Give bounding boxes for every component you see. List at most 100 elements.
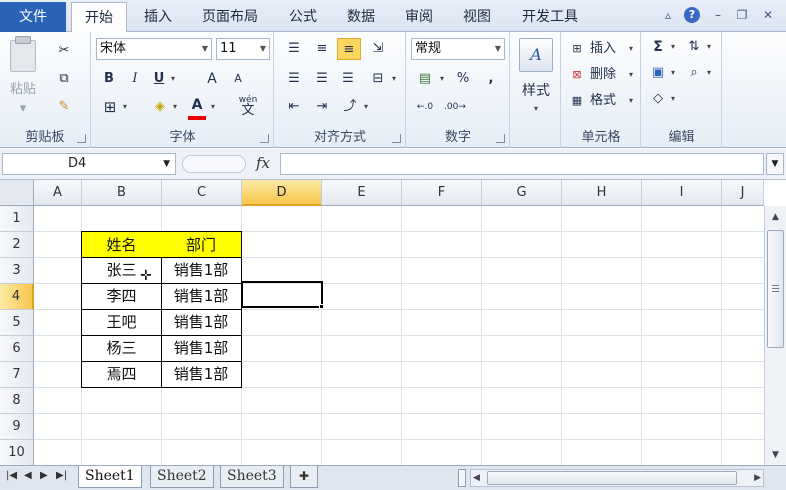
cut-icon[interactable]: ✂ [54, 40, 74, 62]
minimize-ribbon-icon[interactable]: ▵ [660, 7, 676, 23]
table-cell[interactable]: 销售1部 [161, 335, 242, 362]
fill-icon[interactable]: ▣ [648, 62, 668, 84]
borders-dropdown-icon[interactable]: ▾ [120, 96, 130, 118]
font-size-combo[interactable]: 11 ▼ [216, 38, 270, 60]
styles-dropdown-icon[interactable]: ▾ [513, 98, 559, 120]
decrease-decimal-icon[interactable]: .00→ [443, 96, 467, 118]
row-header-2[interactable]: 2 [0, 232, 34, 258]
insert-function-button[interactable]: fx [256, 154, 270, 172]
delete-cells-icon[interactable]: ⊠ [568, 64, 586, 86]
column-header-b[interactable]: B [82, 180, 162, 206]
tab-data[interactable]: 数据 [338, 2, 384, 32]
tab-file[interactable]: 文件 [0, 2, 66, 32]
insert-cells-icon[interactable]: ⊞ [568, 38, 586, 60]
align-top-icon[interactable]: ☰ [283, 38, 305, 60]
sheet-tab-2[interactable]: Sheet2 [150, 466, 214, 488]
align-bottom-icon[interactable]: ≡ [337, 38, 361, 60]
column-header-j[interactable]: J [722, 180, 764, 206]
first-sheet-icon[interactable]: |◀ [6, 470, 17, 481]
table-cell[interactable]: 杨三 [81, 335, 162, 362]
clear-dropdown-icon[interactable]: ▾ [668, 88, 678, 110]
grow-font-button[interactable]: A [202, 68, 222, 90]
autosum-button[interactable]: Σ [648, 36, 668, 58]
tab-home[interactable]: 开始 [71, 2, 127, 33]
table-cell[interactable]: 销售1部 [161, 361, 242, 388]
row-header-8[interactable]: 8 [0, 388, 34, 414]
column-header-g[interactable]: G [482, 180, 562, 206]
column-header-c[interactable]: C [162, 180, 242, 206]
underline-button[interactable]: U [150, 68, 168, 90]
active-cell-selection[interactable] [241, 281, 323, 308]
scroll-right-icon[interactable]: ▶ [754, 470, 761, 486]
alignment-launcher-icon[interactable] [392, 134, 401, 143]
format-cells-button[interactable]: 格式 [590, 91, 616, 111]
sheet-tab-1[interactable]: Sheet1 [78, 466, 142, 488]
shrink-font-button[interactable]: A [228, 68, 248, 90]
column-header-d[interactable]: D [242, 180, 322, 206]
row-header-1[interactable]: 1 [0, 206, 34, 232]
formula-input[interactable] [280, 153, 764, 175]
row-header-9[interactable]: 9 [0, 414, 34, 440]
tab-review[interactable]: 审阅 [396, 2, 442, 32]
restore-icon[interactable]: ❐ [734, 7, 750, 23]
tab-insert[interactable]: 插入 [134, 2, 182, 32]
format-cells-icon[interactable]: ▦ [568, 90, 586, 112]
align-left-icon[interactable]: ☰ [283, 68, 305, 90]
styles-icon[interactable]: A [519, 38, 553, 72]
minimize-icon[interactable]: – [710, 7, 726, 23]
row-header-7[interactable]: 7 [0, 362, 34, 388]
table-cell[interactable]: 李四 [81, 283, 162, 310]
insert-dropdown-icon[interactable]: ▾ [626, 38, 636, 60]
format-dropdown-icon[interactable]: ▾ [626, 90, 636, 112]
delete-dropdown-icon[interactable]: ▾ [626, 64, 636, 86]
column-header-h[interactable]: H [562, 180, 642, 206]
table-header-cell[interactable]: 姓名 [81, 231, 162, 258]
last-sheet-icon[interactable]: ▶| [56, 470, 67, 481]
font-color-button[interactable]: A [188, 94, 206, 116]
increase-decimal-icon[interactable]: ←.0 [413, 96, 437, 118]
horizontal-scroll-thumb[interactable] [487, 471, 737, 485]
clear-icon[interactable]: ◇ [648, 88, 668, 110]
scroll-down-icon[interactable]: ▼ [765, 446, 786, 464]
insert-cells-button[interactable]: 插入 [590, 39, 616, 59]
font-name-combo[interactable]: 宋体 ▼ [96, 38, 212, 60]
column-header-e[interactable]: E [322, 180, 402, 206]
fill-color-dropdown-icon[interactable]: ▾ [170, 96, 180, 118]
font-color-dropdown-icon[interactable]: ▾ [208, 96, 218, 118]
delete-cells-button[interactable]: 删除 [590, 65, 616, 85]
copy-icon[interactable]: ⧉ [54, 68, 74, 90]
currency-icon[interactable]: ▤ [413, 68, 437, 90]
scroll-up-icon[interactable]: ▲ [765, 208, 786, 226]
table-header-cell[interactable]: 部门 [161, 231, 242, 258]
table-cell[interactable]: 销售1部 [161, 257, 242, 284]
find-dropdown-icon[interactable]: ▾ [704, 62, 714, 84]
autosum-dropdown-icon[interactable]: ▾ [668, 36, 678, 58]
wrap-text-icon[interactable]: ⇲ [367, 38, 389, 60]
tab-formulas[interactable]: 公式 [281, 2, 325, 32]
tab-view[interactable]: 视图 [454, 2, 500, 32]
formula-expand-handle[interactable] [182, 155, 246, 173]
table-cell[interactable]: 销售1部 [161, 309, 242, 336]
sheet-tab-3[interactable]: Sheet3 [220, 466, 284, 488]
sort-filter-icon[interactable]: ⇅ [684, 36, 704, 58]
horizontal-scrollbar[interactable]: ◀ ▶ [470, 469, 764, 487]
row-header-10[interactable]: 10 [0, 440, 34, 466]
prev-sheet-icon[interactable]: ◀ [24, 470, 32, 481]
scroll-left-icon[interactable]: ◀ [473, 470, 480, 486]
next-sheet-icon[interactable]: ▶ [40, 470, 48, 481]
column-header-a[interactable]: A [34, 180, 82, 206]
increase-indent-icon[interactable]: ⇥ [311, 96, 333, 118]
merge-dropdown-icon[interactable]: ▾ [389, 68, 399, 90]
help-icon[interactable]: ? [684, 7, 700, 23]
font-launcher-icon[interactable] [260, 134, 269, 143]
fill-dropdown-icon[interactable]: ▾ [668, 62, 678, 84]
tab-developer[interactable]: 开发工具 [512, 2, 588, 32]
tab-page-layout[interactable]: 页面布局 [192, 2, 268, 32]
align-center-icon[interactable]: ☰ [311, 68, 333, 90]
paste-button[interactable]: 粘贴 [10, 80, 36, 100]
percent-button[interactable]: % [453, 68, 473, 90]
number-format-combo[interactable]: 常规 ▼ [411, 38, 505, 60]
table-cell[interactable]: 销售1部 [161, 283, 242, 310]
comma-button[interactable]: , [481, 68, 501, 90]
name-box[interactable]: D4 ▼ [2, 153, 176, 175]
